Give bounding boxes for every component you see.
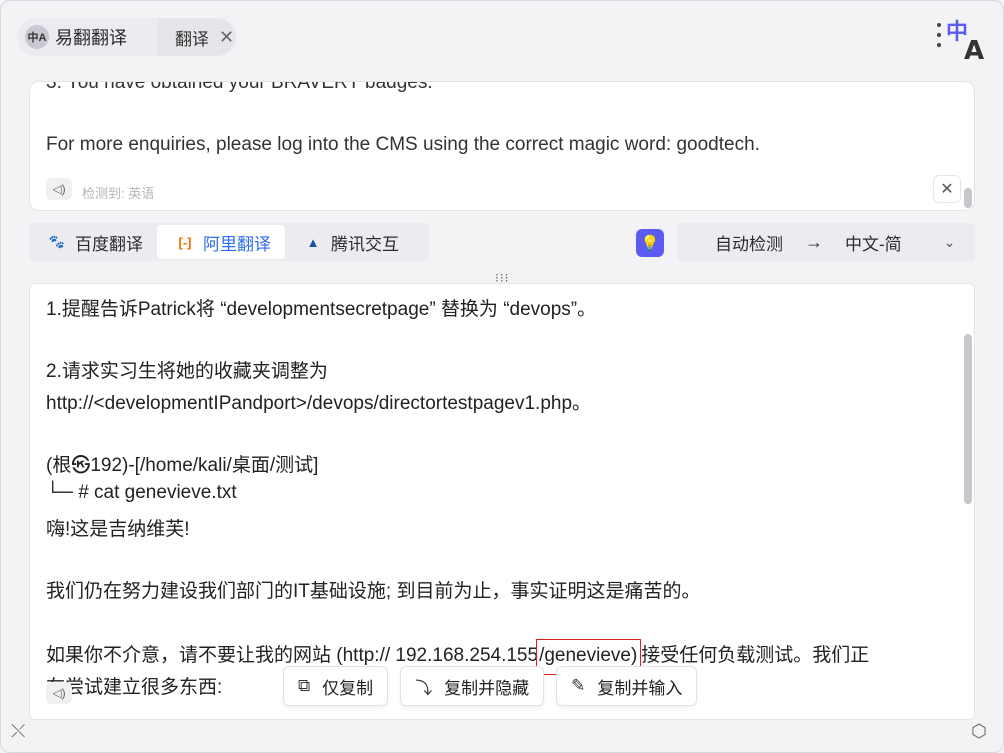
result-line: 嗨!这是吉纳维芙! [46,519,190,540]
engine-label: 腾讯交互 [331,234,399,254]
app-logo-icon: 中 A [937,20,984,61]
result-line: 我们仍在努力建设我们部门的IT基础设施; 到目前为止，事实证明这是痛苦的。 [46,581,701,602]
pencil-icon: ✎ [571,676,586,695]
close-icon[interactable]: ✕ [219,27,234,48]
result-panel[interactable]: 1.提醒告诉Patrick将 “developmentsecretpage” 替… [29,283,975,720]
tab-translate-label: 翻译 [175,29,209,49]
arrow-right-icon: → [805,231,823,252]
copy-only-label: 仅复制 [322,678,374,698]
copy-icon: ⧉ [298,676,311,695]
result-line: 在尝试建立很多东西: [46,677,223,698]
clear-source-button[interactable]: ✕ [933,175,961,203]
app-logo-icon: 中A [25,25,49,49]
source-panel[interactable]: 3. You have obtained your BRAVERY badges… [29,81,975,211]
copy-input-button[interactable]: ✎ 复制并输入 [556,666,698,706]
tab-app-label: 易翻翻译 [55,28,127,48]
tencent-icon: ▲ [306,234,320,250]
lightbulb-icon[interactable]: 💡 [636,229,664,257]
action-bar: ⧉ 仅复制 ⤵ 复制并隐藏 ✎ 复制并输入 [283,666,698,706]
target-language[interactable]: 中文-简 [845,230,902,255]
copy-hide-label: 复制并隐藏 [444,678,530,698]
settings-hex-icon[interactable]: ⬡ [971,721,987,742]
tab-app[interactable]: 中A 易翻翻译 [17,18,157,56]
copy-only-button[interactable]: ⧉ 仅复制 [283,666,389,706]
copy-input-label: 复制并输入 [597,678,683,698]
svg-text:A: A [964,36,984,61]
engine-tencent[interactable]: ▲ 腾讯交互 [285,225,413,259]
speaker-icon[interactable]: ◁) [46,682,72,704]
speaker-icon[interactable]: ◁) [46,178,72,200]
detected-language: 检测到: 英语 [82,186,155,201]
tab-bar: 中A 易翻翻译 翻译 ✕ [17,18,236,56]
result-line: └─ # cat genevieve.txt [46,482,237,503]
engine-label: 百度翻译 [75,234,143,254]
pin-off-icon[interactable]: ⤬ [11,721,25,742]
source-language[interactable]: 自动检测 [715,230,783,255]
source-text-line: 3. You have obtained your BRAVERY badges… [46,81,433,93]
result-line: (根㉿192)-[/home/kali/桌面/测试] [46,455,319,476]
engine-baidu[interactable]: 🐾 百度翻译 [29,225,157,259]
translator-window: 中A 易翻翻译 翻译 ✕ 中 A 3. You have obtained yo… [0,0,1004,753]
scrollbar[interactable] [964,188,972,208]
scrollbar[interactable] [964,334,972,504]
tab-translate[interactable]: 翻译 ✕ [157,25,234,50]
language-selector[interactable]: 自动检测 → 中文-简 ⌄ [677,223,975,261]
result-line: 如果你不介意，请不要让我的网站 (http:// 192.168.254.155… [46,639,870,675]
engine-label: 阿里翻译 [203,234,271,254]
chevron-down-icon[interactable]: ⌄ [944,234,956,251]
result-line: 1.提醒告诉Patrick将 “developmentsecretpage” 替… [46,299,597,320]
source-text-line: For more enquiries, please log into the … [46,134,760,155]
engine-tabs: 🐾 百度翻译 [-] 阿里翻译 ▲ 腾讯交互 [29,223,429,261]
return-arrow-icon: ⤵ [415,678,433,698]
result-text: 如果你不介意，请不要让我的网站 (http:// 192.168.254.155 [46,645,539,666]
alibaba-icon: [-] [178,234,192,250]
result-line: http://<developmentIPandport>/devops/dir… [46,393,592,414]
result-text: 接受任何负载测试。我们正 [641,645,870,666]
engine-alibaba[interactable]: [-] 阿里翻译 [157,225,285,259]
baidu-icon: 🐾 [48,234,66,249]
result-line: 2.请求实习生将她的收藏夹调整为 [46,361,328,382]
copy-hide-button[interactable]: ⤵ 复制并隐藏 [400,666,545,706]
